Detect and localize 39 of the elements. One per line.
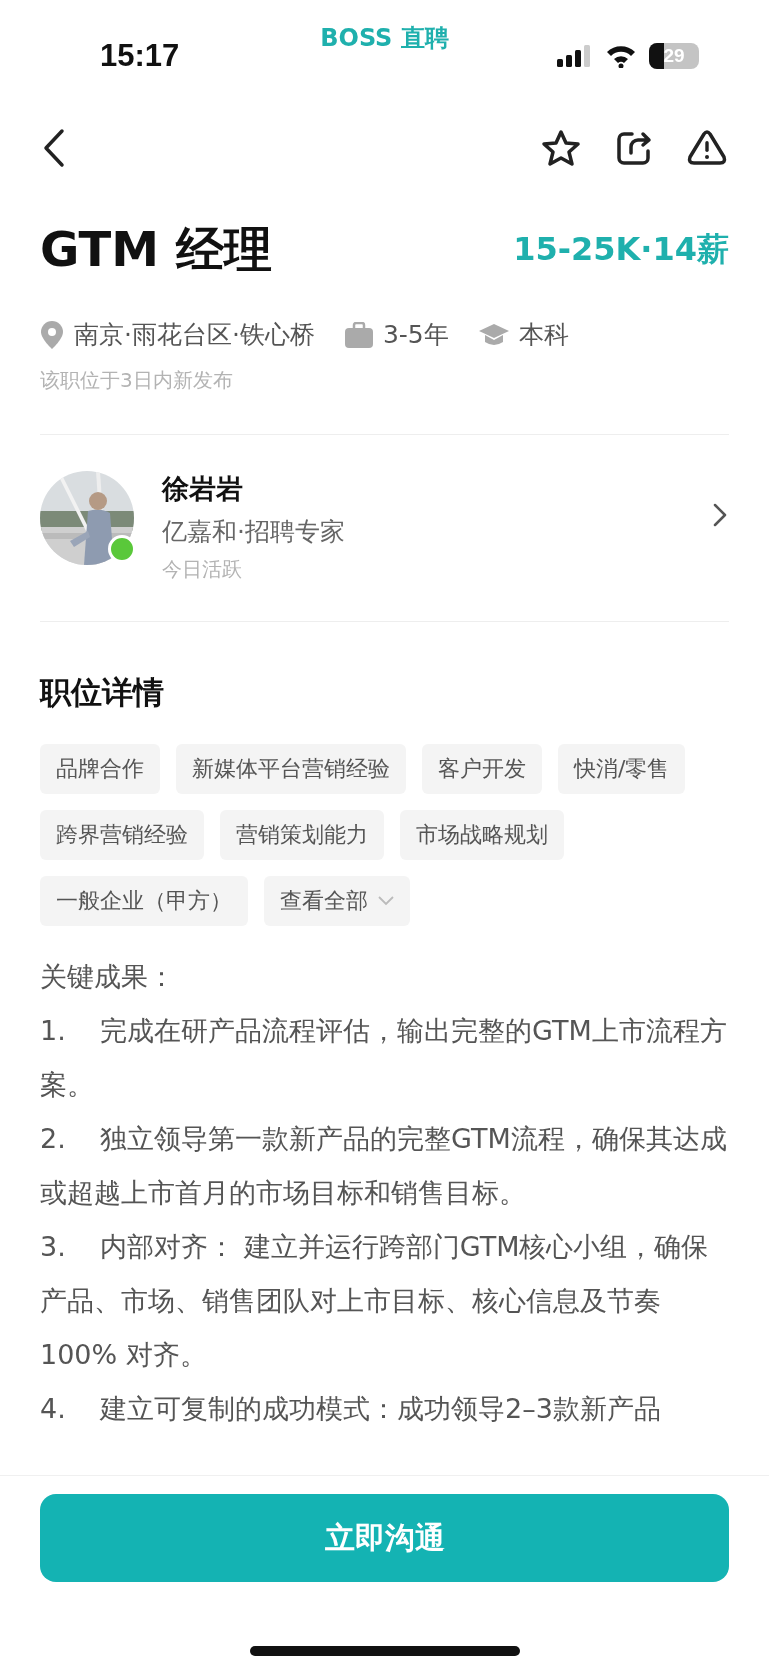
warning-icon[interactable] [687, 130, 727, 166]
posted-note: 该职位于3日内新发布 [40, 367, 234, 394]
recruiter-company: 亿嘉和·招聘专家 [162, 516, 345, 548]
battery-indicator: 29 [649, 43, 699, 69]
skill-tag: 新媒体平台营销经验 [176, 744, 406, 794]
description-paragraph: 4. 建立可复制的成功模式：成功领导2–3款新产品 [40, 1392, 662, 1426]
graduation-cap-icon [478, 322, 509, 347]
share-icon[interactable] [615, 129, 653, 167]
skill-tag: 一般企业（甲方） [40, 876, 248, 926]
description-paragraph: 3. 内部对齐： 建立并运行跨部门GTM核心小组，确保产品、市场、销售团队对上市目标、核心信息及节奏 100% 对齐。 [40, 1230, 710, 1372]
description-paragraph: 2. 独立领导第一款新产品的完整GTM流程，确保其达成或超越上市首月的市场目标和销售目标。 [40, 1122, 728, 1210]
job-meta-text: 本科 [518, 319, 569, 351]
salary: 15-25K·14薪 [513, 229, 729, 270]
description-paragraph: 关键成果： [40, 960, 176, 994]
skill-tag: 市场战略规划 [400, 810, 564, 860]
wifi-icon [605, 44, 637, 68]
view-all-button[interactable]: 查看全部 [264, 876, 410, 926]
status-time: 15:17 [100, 38, 180, 74]
chevron-right-icon [713, 503, 727, 527]
briefcase-icon [344, 321, 373, 348]
signal-icon [557, 45, 593, 67]
description-paragraph: 1. 完成在研产品流程评估，输出完整的GTM上市流程方案。 [40, 1014, 728, 1102]
app-name: BOSS 直聘 [319, 23, 450, 54]
chevron-down-icon [378, 896, 394, 906]
skill-tag: 客户开发 [422, 744, 542, 794]
job-meta-text: 3-5年 [382, 319, 449, 351]
skill-tag: 品牌合作 [40, 744, 160, 794]
recruiter-name: 徐岩岩 [162, 472, 244, 506]
job-title: GTM 经理 [40, 220, 272, 279]
recruiter-card[interactable]: 徐岩岩 亿嘉和·招聘专家 今日活跃 [40, 435, 729, 621]
section-heading: 职位详情 [40, 673, 165, 712]
skill-tag: 快消/零售 [558, 744, 686, 794]
activity-status: 今日活跃 [162, 556, 243, 583]
star-icon[interactable] [541, 129, 581, 167]
job-meta-text: 南京·雨花台区·铁心桥 [74, 319, 315, 351]
skill-tag: 跨界营销经验 [40, 810, 204, 860]
location-pin-icon [40, 319, 64, 350]
back-icon[interactable] [42, 128, 66, 168]
skill-tag: 营销策划能力 [220, 810, 384, 860]
